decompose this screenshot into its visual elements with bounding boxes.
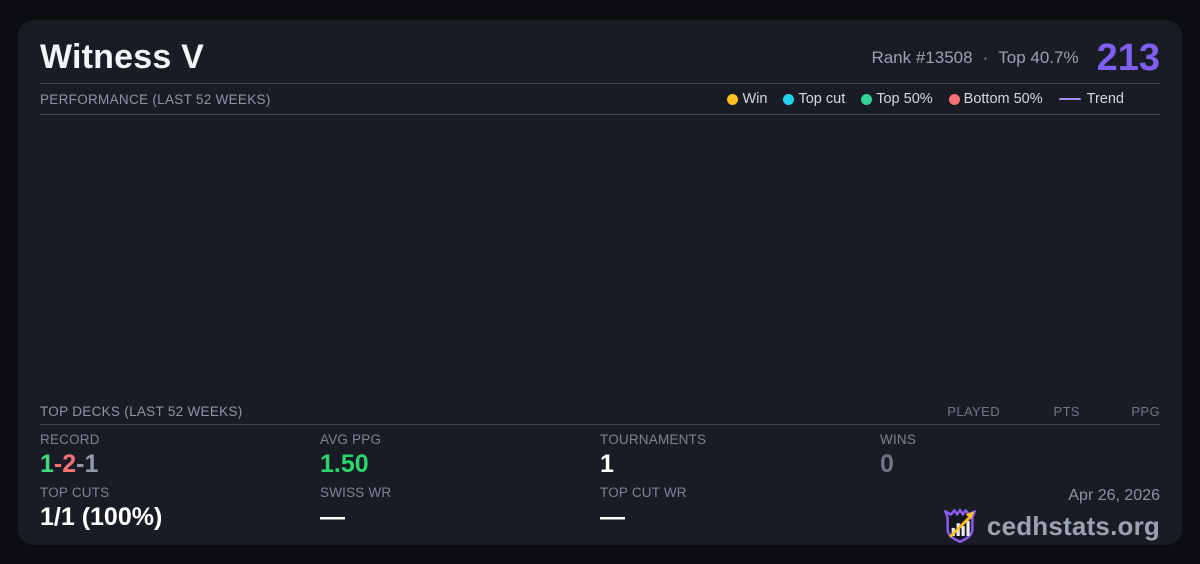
legend-label: Bottom 50% — [964, 91, 1043, 107]
stat-tournaments: TOURNAMENTS 1 — [600, 432, 880, 484]
rank-label: Rank #13508 — [871, 48, 972, 68]
column-header-played: PLAYED — [920, 404, 1000, 419]
record-value: 1-2-1 — [40, 450, 320, 479]
top-decks-columns: PLAYED PTS PPG — [920, 404, 1160, 419]
top-percent-label: Top 40.7% — [998, 48, 1078, 68]
brand-name: cedhstats.org — [987, 511, 1160, 542]
top-50-dot-icon — [861, 94, 872, 105]
legend-item-win[interactable]: Win — [727, 91, 767, 107]
score-badge: 213 — [1097, 39, 1160, 77]
top-decks-header-row: TOP DECKS (LAST 52 WEEKS) PLAYED PTS PPG — [40, 399, 1160, 425]
stats-grid: RECORD 1-2-1 AVG PPG 1.50 TOURNAMENTS 1 … — [40, 425, 1160, 545]
stat-label: AVG PPG — [320, 432, 600, 447]
legend-label: Trend — [1087, 91, 1124, 107]
win-dot-icon — [727, 94, 738, 105]
dot-separator: · — [983, 48, 989, 68]
swiss-wr-value: — — [320, 503, 600, 532]
column-header-ppg: PPG — [1080, 404, 1160, 419]
stat-top-cut-wr: TOP CUT WR — — [600, 485, 880, 545]
stat-avg-ppg: AVG PPG 1.50 — [320, 432, 600, 484]
card-date: Apr 26, 2026 — [880, 487, 1160, 505]
avg-ppg-value: 1.50 — [320, 450, 600, 479]
top-cut-dot-icon — [783, 94, 794, 105]
cedhstats-logo-icon — [941, 507, 979, 545]
legend-item-bottom-50[interactable]: Bottom 50% — [949, 91, 1043, 107]
chart-legend: Win Top cut Top 50% Bottom 50% Trend — [727, 91, 1160, 107]
record-losses: -2 — [54, 450, 76, 478]
stat-label: TOP CUT WR — [600, 485, 880, 500]
legend-label: Win — [742, 91, 767, 107]
player-stats-card: Witness V Rank #13508 · Top 40.7% 213 PE… — [18, 20, 1182, 545]
trend-line-icon — [1059, 98, 1081, 101]
stat-label: RECORD — [40, 432, 320, 447]
top-decks-section-label: TOP DECKS (LAST 52 WEEKS) — [40, 404, 243, 419]
card-header: Witness V Rank #13508 · Top 40.7% 213 — [40, 20, 1160, 84]
page-title: Witness V — [40, 38, 204, 77]
legend-item-top-cut[interactable]: Top cut — [783, 91, 845, 107]
stat-swiss-wr: SWISS WR — — [320, 485, 600, 545]
bottom-50-dot-icon — [949, 94, 960, 105]
stat-label: TOP CUTS — [40, 485, 320, 500]
stat-label: TOURNAMENTS — [600, 432, 880, 447]
performance-chart — [40, 115, 1160, 399]
performance-header-row: PERFORMANCE (LAST 52 WEEKS) Win Top cut … — [40, 84, 1160, 115]
tournaments-value: 1 — [600, 450, 880, 479]
legend-label: Top 50% — [876, 91, 932, 107]
record-wins: 1 — [40, 450, 54, 478]
legend-item-trend[interactable]: Trend — [1059, 91, 1124, 107]
header-right: Rank #13508 · Top 40.7% 213 — [871, 39, 1160, 77]
performance-section-label: PERFORMANCE (LAST 52 WEEKS) — [40, 92, 271, 107]
stat-label: WINS — [880, 432, 1160, 447]
rank-summary: Rank #13508 · Top 40.7% — [871, 48, 1078, 68]
legend-item-top-50[interactable]: Top 50% — [861, 91, 932, 107]
column-header-pts: PTS — [1000, 404, 1080, 419]
stat-top-cuts: TOP CUTS 1/1 (100%) — [40, 485, 320, 545]
wins-value: 0 — [880, 450, 1160, 479]
top-cuts-value: 1/1 (100%) — [40, 503, 320, 532]
stat-label: SWISS WR — [320, 485, 600, 500]
stat-record: RECORD 1-2-1 — [40, 432, 320, 484]
stat-wins: WINS 0 — [880, 432, 1160, 484]
legend-label: Top cut — [798, 91, 845, 107]
brand-link[interactable]: cedhstats.org — [880, 507, 1160, 545]
top-cut-wr-value: — — [600, 503, 880, 532]
footer-branding-cell: Apr 26, 2026 cedhstats.org — [880, 485, 1160, 545]
record-draws: -1 — [76, 450, 98, 478]
